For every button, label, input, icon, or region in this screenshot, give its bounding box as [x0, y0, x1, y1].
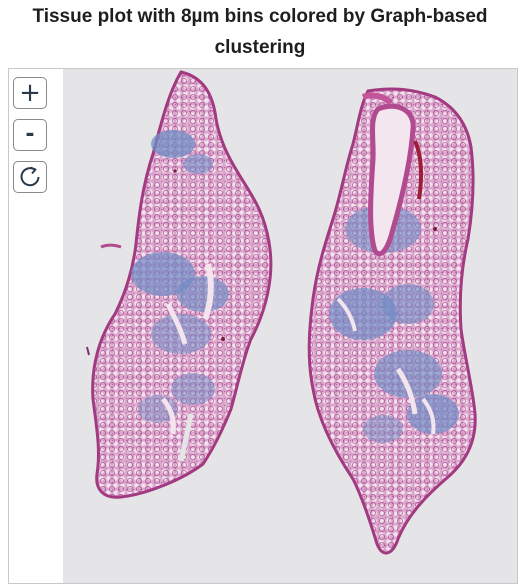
rotate-cw-icon — [18, 165, 42, 189]
tissue-viewer[interactable]: + - — [8, 68, 518, 584]
tissue-image[interactable] — [63, 69, 517, 583]
zoom-controls: + - — [13, 77, 49, 203]
reset-view-button[interactable] — [13, 161, 47, 193]
minus-icon: - — [25, 122, 35, 147]
plot-title: Tissue plot with 8µm bins colored by Gra… — [32, 6, 488, 58]
zoom-in-button[interactable]: + — [13, 77, 47, 109]
zoom-out-button[interactable]: - — [13, 119, 47, 151]
left-lobe — [86, 70, 273, 499]
right-lobe — [307, 87, 477, 555]
plus-icon: + — [19, 78, 41, 108]
